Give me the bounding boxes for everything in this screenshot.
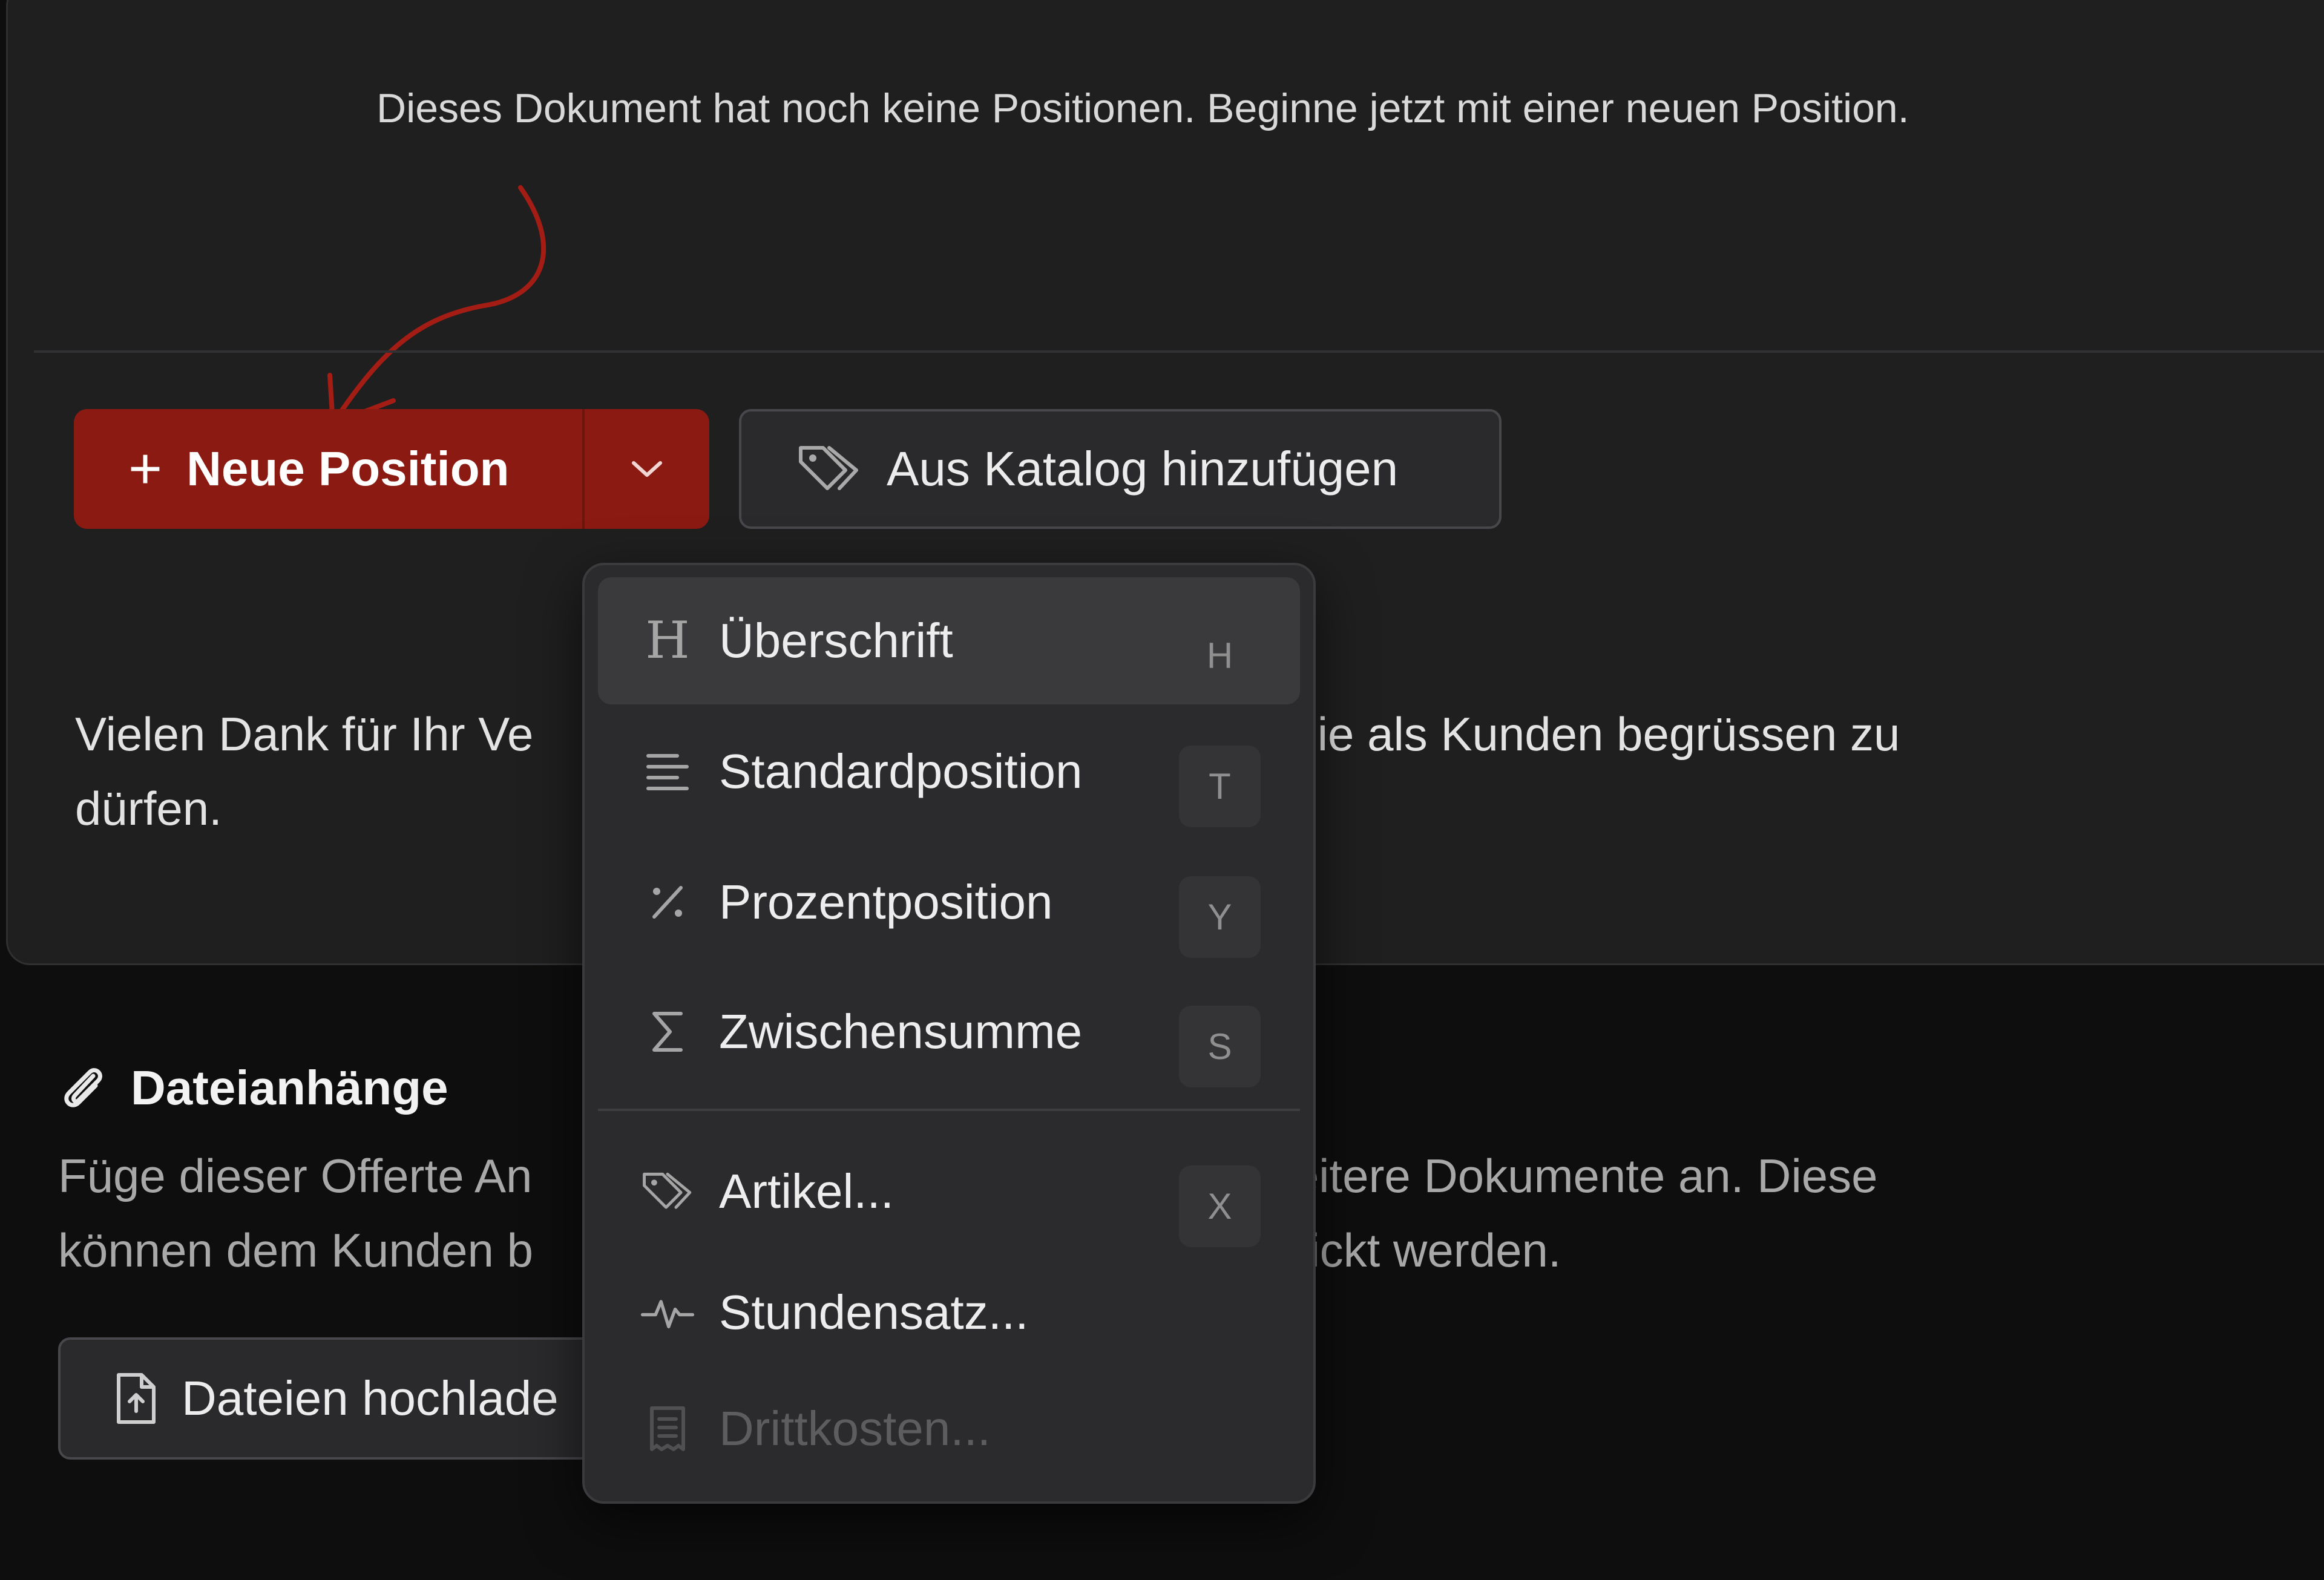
lines-icon bbox=[640, 744, 695, 799]
tag-icon bbox=[799, 446, 858, 490]
percent-icon bbox=[640, 875, 695, 929]
menu-item-label: Stundensatz... bbox=[719, 1285, 1029, 1339]
heading-icon: H bbox=[640, 614, 695, 668]
shortcut-key: H bbox=[1206, 635, 1233, 676]
closing-text-part: , Sie als Kunden begrüssen zu bbox=[1259, 707, 1900, 761]
shortcut-key: S bbox=[1179, 1006, 1261, 1087]
add-from-catalog-button[interactable]: Aus Katalog hinzufügen bbox=[739, 409, 1502, 529]
menu-item-percent-position[interactable]: Prozentposition Y bbox=[598, 839, 1300, 966]
menu-item-standard-position[interactable]: Standardposition T bbox=[598, 708, 1300, 835]
closing-text-part: Vielen Dank für Ihr Ve bbox=[75, 707, 534, 761]
svg-text:H: H bbox=[645, 617, 689, 665]
menu-item-label: Prozentposition bbox=[719, 875, 1053, 929]
menu-item-hourly-rate[interactable]: Stundensatz... bbox=[598, 1249, 1300, 1376]
sigma-icon bbox=[640, 1005, 695, 1059]
empty-state-message: Dieses Dokument hat noch keine Positione… bbox=[376, 85, 1909, 131]
menu-item-label: Drittkosten... bbox=[719, 1401, 991, 1455]
annotation-arrow bbox=[327, 185, 547, 426]
plus-icon: + bbox=[128, 436, 163, 501]
file-upload-icon bbox=[117, 1373, 156, 1424]
menu-item-label: Artikel... bbox=[719, 1164, 894, 1218]
menu-item-article[interactable]: Artikel... X bbox=[598, 1128, 1300, 1255]
new-position-label: Neue Position bbox=[186, 442, 510, 496]
receipt-icon bbox=[640, 1401, 695, 1456]
shortcut-key: Y bbox=[1179, 876, 1261, 958]
menu-item-third-party-costs[interactable]: Drittkosten... bbox=[598, 1365, 1300, 1492]
shortcut-key: X bbox=[1179, 1165, 1261, 1247]
shortcut-key: T bbox=[1179, 746, 1261, 827]
closing-text-part: dürfen. bbox=[75, 782, 222, 835]
chevron-down-icon bbox=[632, 461, 662, 477]
desc-part: können dem Kunden b bbox=[58, 1224, 533, 1277]
section-divider bbox=[34, 350, 2324, 353]
catalog-label: Aus Katalog hinzufügen bbox=[887, 442, 1399, 496]
new-position-dropdown-toggle[interactable] bbox=[582, 409, 709, 529]
menu-item-label: Standardposition bbox=[719, 744, 1083, 798]
upload-label: Dateien hochlade bbox=[182, 1371, 559, 1425]
paperclip-icon bbox=[64, 1068, 102, 1107]
new-position-dropdown-menu: H Überschrift H Standardposition T Proze… bbox=[582, 563, 1316, 1504]
tag-icon bbox=[640, 1164, 695, 1219]
attachments-heading: Dateianhänge bbox=[58, 1060, 448, 1116]
attachments-title: Dateianhänge bbox=[131, 1061, 448, 1115]
new-position-split-button: + Neue Position bbox=[74, 409, 709, 529]
desc-part: Füge dieser Offerte An bbox=[58, 1149, 533, 1202]
new-position-button[interactable]: + Neue Position bbox=[74, 409, 582, 529]
menu-separator bbox=[598, 1109, 1300, 1111]
menu-item-heading[interactable]: H Überschrift H bbox=[598, 577, 1300, 704]
menu-item-subtotal[interactable]: Zwischensumme S bbox=[598, 968, 1300, 1095]
desc-part: weitere Dokumente an. Diese bbox=[1258, 1149, 1878, 1202]
pulse-icon bbox=[640, 1285, 695, 1340]
menu-item-label: Zwischensumme bbox=[719, 1005, 1083, 1058]
menu-item-label: Überschrift bbox=[719, 614, 953, 667]
